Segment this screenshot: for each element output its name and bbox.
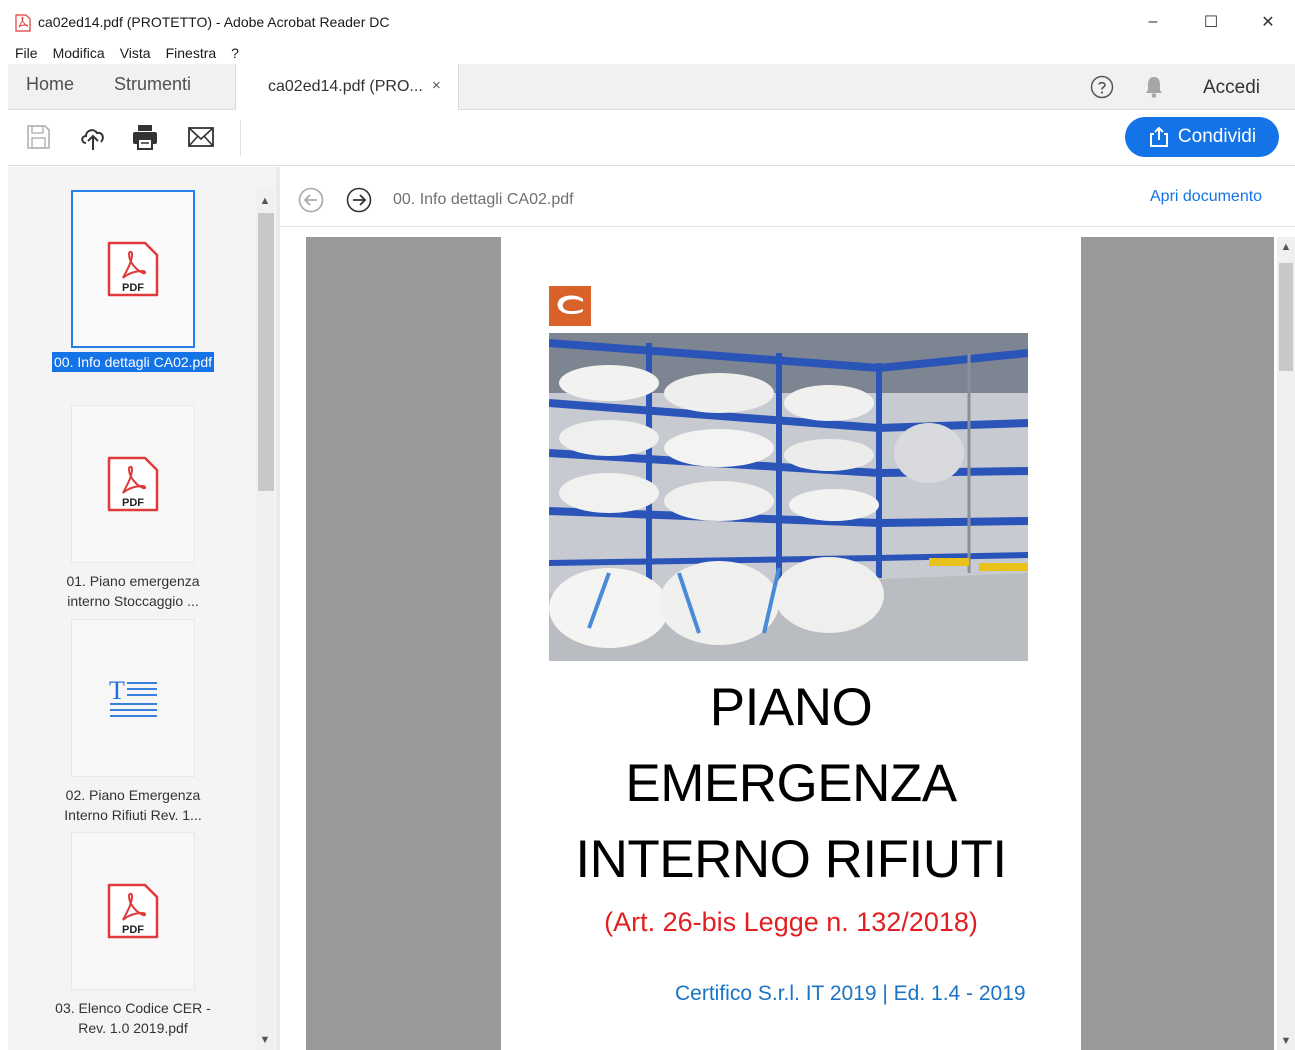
viewer-scrollbar[interactable]: ▲ ▼ — [1277, 237, 1295, 1050]
menu-file[interactable]: File — [0, 44, 45, 64]
file-list-panel: PDF 00. Info dettagli CA02.pdf PDF 01. P… — [8, 167, 276, 1050]
svg-text:T: T — [109, 676, 125, 705]
document-title-line: INTERNO RIFIUTI — [575, 830, 1007, 889]
scroll-up-icon[interactable]: ▲ — [256, 195, 274, 207]
tab-document[interactable]: ca02ed14.pdf (PRO... × — [235, 64, 459, 110]
menu-bar: File Modifica Vista Finestra ? — [0, 44, 1295, 64]
file-thumbnail[interactable]: PDF — [71, 405, 195, 563]
pdf-badge: PDF — [122, 282, 144, 294]
file-label-line: 03. Elenco Codice CER - — [55, 1000, 211, 1016]
file-label-line: 01. Piano emergenza — [66, 573, 200, 589]
file-label-line: interno Stoccaggio ... — [67, 593, 199, 609]
tab-document-label: ca02ed14.pdf (PRO... — [268, 78, 423, 95]
maximize-button[interactable]: ☐ — [1191, 8, 1231, 36]
file-list-scrollbar[interactable]: ▲ ▼ — [256, 189, 274, 1050]
file-thumbnail[interactable]: T — [71, 619, 195, 777]
file-label: 00. Info dettagli CA02.pdf — [52, 352, 214, 372]
bell-icon[interactable] — [1143, 75, 1165, 99]
maximize-icon: ☐ — [1203, 14, 1219, 31]
toolbar: Condividi — [8, 110, 1295, 166]
menu-vista[interactable]: Vista — [112, 44, 158, 64]
tab-bar: Home Strumenti ca02ed14.pdf (PRO... × Ac… — [8, 64, 1295, 110]
file-item[interactable]: PDF 01. Piano emergenza interno Stoccagg… — [28, 405, 238, 611]
text-file-icon: T — [109, 676, 157, 717]
close-icon: ✕ — [1261, 14, 1275, 31]
share-label: Condividi — [1177, 126, 1257, 147]
share-button[interactable]: Condividi — [1125, 117, 1279, 157]
tab-tools[interactable]: Strumenti — [114, 74, 191, 95]
document-title-line: EMERGENZA — [625, 754, 957, 813]
file-thumbnail[interactable]: PDF — [71, 190, 195, 348]
pdf-file-icon: PDF — [107, 241, 159, 297]
pdf-app-icon — [15, 14, 31, 32]
share-icon — [1149, 126, 1168, 147]
file-label: 01. Piano emergenza interno Stoccaggio .… — [28, 571, 238, 611]
save-icon[interactable] — [23, 122, 53, 152]
minimize-button[interactable]: – — [1133, 8, 1173, 36]
scroll-down-icon[interactable]: ▼ — [1277, 1035, 1295, 1047]
forward-arrow-icon[interactable] — [346, 187, 372, 213]
file-label-line: Rev. 1.0 2019.pdf — [78, 1020, 188, 1036]
company-logo — [549, 286, 591, 326]
warehouse-photo — [549, 333, 1028, 661]
window-title: ca02ed14.pdf (PROTETTO) - Adobe Acrobat … — [38, 14, 390, 30]
file-item[interactable]: PDF 03. Elenco Codice CER - Rev. 1.0 201… — [28, 832, 238, 1038]
scroll-up-icon[interactable]: ▲ — [1277, 241, 1295, 253]
help-icon[interactable] — [1090, 75, 1114, 99]
pdf-file-icon: PDF — [107, 456, 159, 512]
document-header: 00. Info dettagli CA02.pdf Apri document… — [280, 167, 1295, 227]
tab-home[interactable]: Home — [26, 74, 74, 95]
document-subtitle: (Art. 26-bis Legge n. 132/2018) — [604, 907, 978, 937]
menu-finestra[interactable]: Finestra — [158, 44, 224, 64]
file-label-line: Interno Rifiuti Rev. 1... — [64, 807, 202, 823]
document-footer: Certifico S.r.l. IT 2019 | Ed. 1.4 - 201… — [675, 982, 1026, 1005]
toolbar-separator — [240, 120, 241, 156]
minimize-icon: – — [1148, 13, 1158, 30]
file-label-line: 02. Piano Emergenza — [65, 787, 201, 803]
pdf-badge: PDF — [122, 497, 144, 509]
menu-modifica[interactable]: Modifica — [45, 44, 112, 64]
file-item[interactable]: T 02. Piano Emergenza Interno Rifiuti Re… — [28, 619, 238, 825]
mail-icon[interactable] — [186, 122, 216, 152]
cloud-upload-icon[interactable] — [78, 122, 108, 152]
title-bar: ca02ed14.pdf (PROTETTO) - Adobe Acrobat … — [0, 0, 1295, 44]
document-viewer[interactable]: PIANO EMERGENZA INTERNO RIFIUTI (Art. 26… — [280, 227, 1295, 1050]
file-thumbnail[interactable]: PDF — [71, 832, 195, 990]
document-path: 00. Info dettagli CA02.pdf — [393, 191, 574, 208]
print-icon[interactable] — [130, 122, 160, 152]
tab-close-icon[interactable]: × — [432, 77, 441, 94]
menu-help[interactable]: ? — [223, 44, 246, 64]
file-label: 03. Elenco Codice CER - Rev. 1.0 2019.pd… — [28, 998, 238, 1038]
signin-link[interactable]: Accedi — [1203, 77, 1260, 99]
scroll-down-icon[interactable]: ▼ — [256, 1034, 274, 1046]
back-arrow-icon[interactable] — [298, 187, 324, 213]
document-title-line: PIANO — [709, 678, 873, 737]
pdf-file-icon: PDF — [107, 883, 159, 939]
pdf-page: PIANO EMERGENZA INTERNO RIFIUTI (Art. 26… — [501, 237, 1081, 1050]
close-window-button[interactable]: ✕ — [1248, 8, 1288, 36]
scrollbar-thumb[interactable] — [258, 213, 274, 491]
file-item[interactable]: PDF 00. Info dettagli CA02.pdf — [28, 190, 238, 372]
scrollbar-thumb[interactable] — [1279, 263, 1293, 371]
open-document-link[interactable]: Apri documento — [1150, 188, 1262, 206]
file-label: 02. Piano Emergenza Interno Rifiuti Rev.… — [28, 785, 238, 825]
pdf-badge: PDF — [122, 924, 144, 936]
